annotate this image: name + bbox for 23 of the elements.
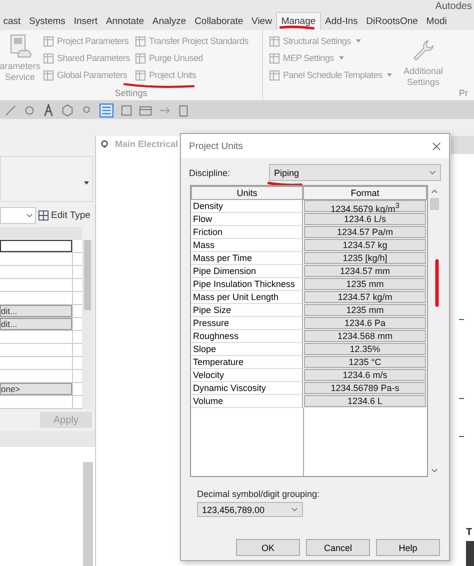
unit-cell: Velocity	[191, 369, 303, 382]
unit-cell: Friction	[191, 226, 303, 239]
unit-cell: Pressure	[191, 317, 303, 330]
unit-cell: Mass	[191, 239, 303, 252]
dialog-title: Project Units	[189, 140, 243, 152]
unit-cell: Flow	[191, 213, 303, 226]
unit-cell: Dynamic Viscosity	[191, 382, 303, 395]
heading-text: T	[466, 527, 472, 538]
unit-cell: Density	[191, 200, 303, 213]
unit-cell: Temperature	[191, 356, 303, 369]
unit-cell: Mass per Unit Length	[191, 291, 303, 304]
unit-cell: Roughness	[191, 330, 303, 343]
unit-cell: Slope	[191, 343, 303, 356]
panel-title: Settings	[114, 88, 148, 100]
field-label: Decimal symbol/digit grouping:	[197, 489, 321, 499]
unit-cell: Pipe Size	[191, 304, 303, 317]
unit-cell: Pipe Dimension	[191, 265, 303, 278]
unit-cell: Pipe Insulation Thickness	[191, 278, 303, 291]
unit-cell: Mass per Time	[191, 252, 303, 265]
app-title: Autodes	[435, 1, 472, 12]
unit-cell: Volume	[191, 395, 303, 408]
panel-title: Pr	[459, 88, 468, 100]
field-label: Discipline:	[189, 168, 232, 178]
